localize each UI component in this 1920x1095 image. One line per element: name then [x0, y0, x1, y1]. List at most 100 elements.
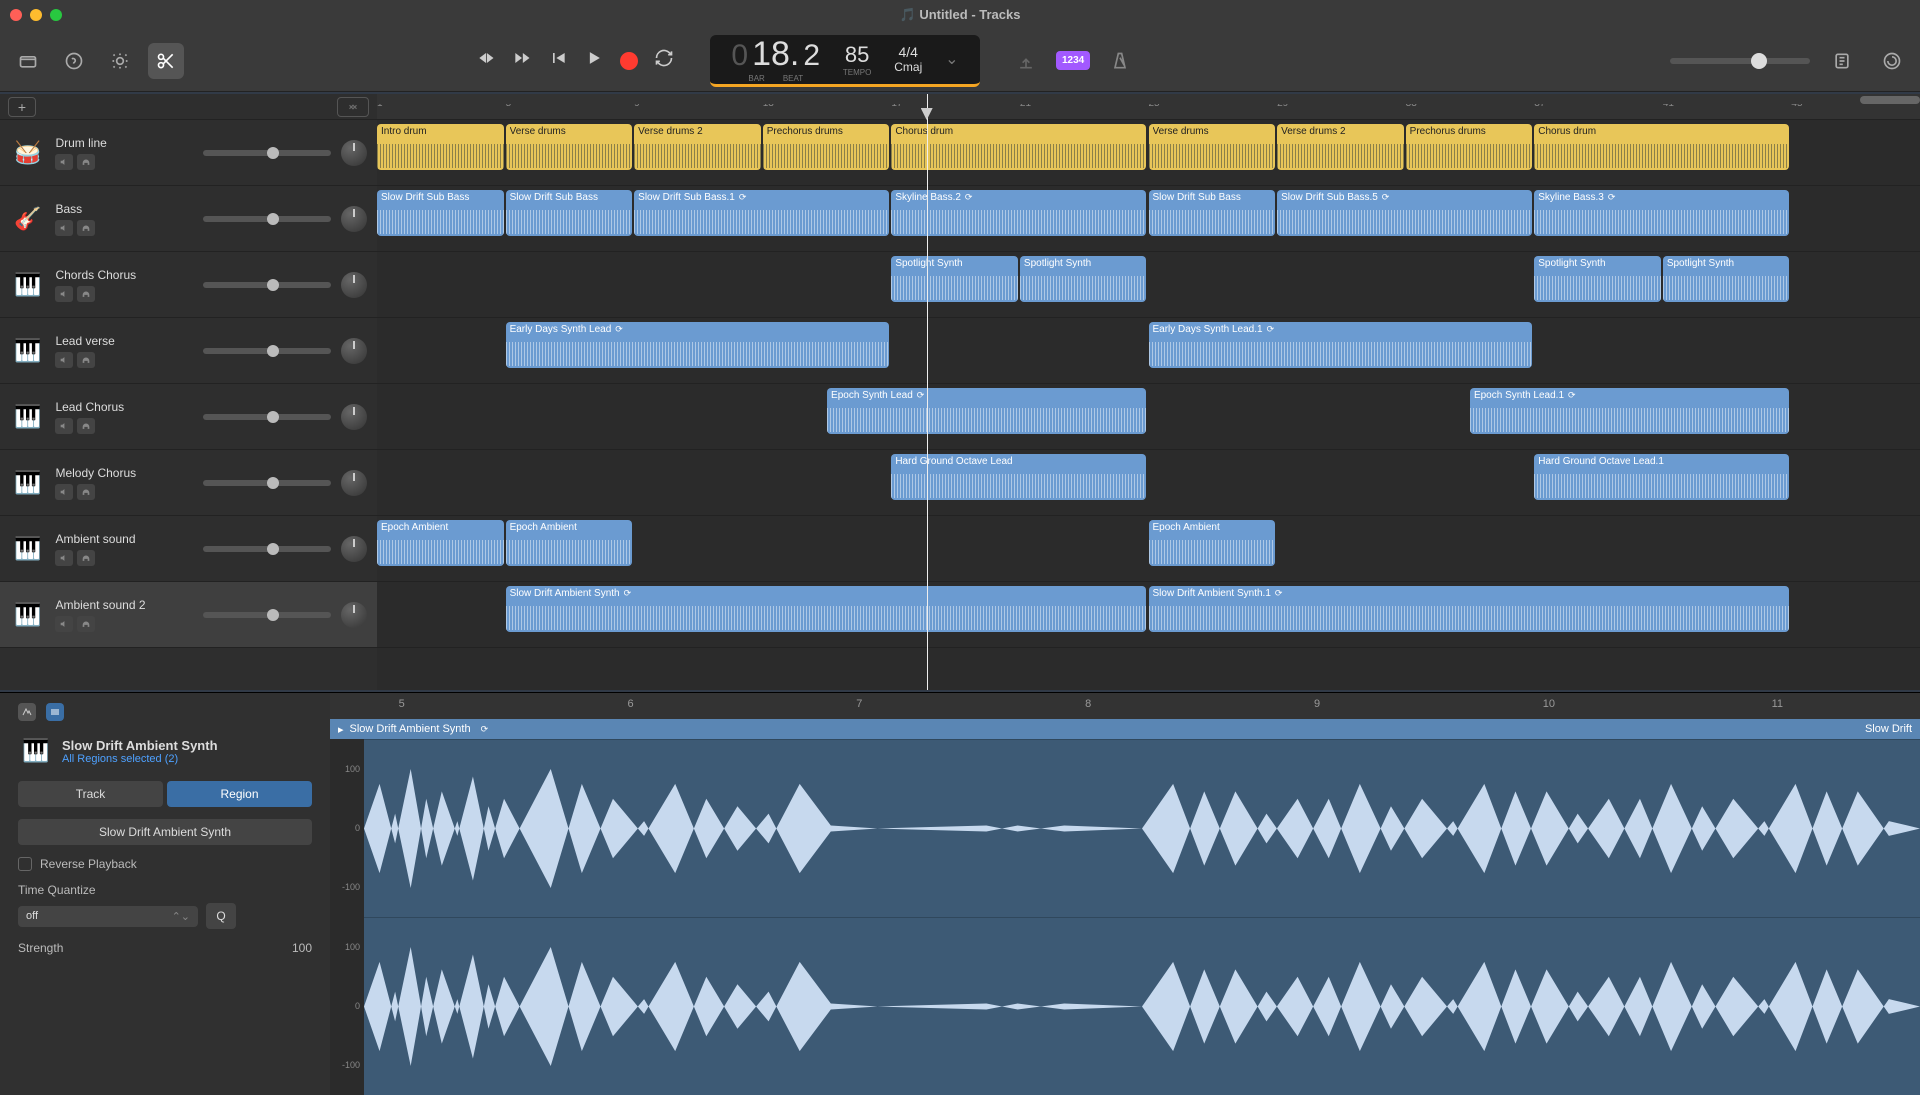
track-volume-slider[interactable]	[203, 216, 331, 222]
track-volume-slider[interactable]	[203, 282, 331, 288]
region[interactable]: Epoch Synth Lead.1⟳	[1470, 388, 1789, 434]
track-lane[interactable]: Slow Drift Sub Bass Slow Drift Sub Bass …	[377, 186, 1920, 252]
mute-button[interactable]	[55, 286, 73, 302]
track-lane[interactable]: Spotlight Synth Spotlight Synth Spotligh…	[377, 252, 1920, 318]
lcd-display[interactable]: 018.2 BARBEAT 85 TEMPO 4/4 Cmaj ⌄	[710, 35, 980, 87]
region-name-field[interactable]: Slow Drift Ambient Synth	[18, 819, 312, 845]
play-icon[interactable]	[584, 48, 604, 73]
region[interactable]: Prechorus drums	[763, 124, 890, 170]
region[interactable]: Skyline Bass.3⟳	[1534, 190, 1789, 236]
track-pan-knob[interactable]	[341, 206, 367, 232]
solo-headphones-button[interactable]	[77, 220, 95, 236]
region[interactable]: Spotlight Synth	[1663, 256, 1790, 302]
waveform-editor[interactable]: ↔ 567891011 ▸ Slow Drift Ambient Synth ⟳…	[330, 693, 1920, 1095]
loop-browser-icon[interactable]	[1874, 43, 1910, 79]
settings-icon[interactable]	[102, 43, 138, 79]
region[interactable]: Slow Drift Sub Bass	[377, 190, 504, 236]
track-lane[interactable]: Intro drum Verse drums Verse drums 2 Pre…	[377, 120, 1920, 186]
solo-headphones-button[interactable]	[77, 154, 95, 170]
help-icon[interactable]	[56, 43, 92, 79]
track-header[interactable]: 🎹 Melody Chorus	[0, 450, 377, 516]
master-volume-slider[interactable]	[1670, 58, 1810, 64]
track-volume-slider[interactable]	[203, 546, 331, 552]
track-lane[interactable]: Hard Ground Octave Lead Hard Ground Octa…	[377, 450, 1920, 516]
tuner-icon[interactable]	[1008, 43, 1044, 79]
waveform-view[interactable]	[364, 739, 1920, 1095]
region[interactable]: Verse drums	[1149, 124, 1276, 170]
region[interactable]: Spotlight Synth	[1020, 256, 1147, 302]
solo-headphones-button[interactable]	[77, 550, 95, 566]
mute-button[interactable]	[55, 220, 73, 236]
solo-headphones-button[interactable]	[77, 418, 95, 434]
reverse-playback-row[interactable]: Reverse Playback	[18, 857, 312, 871]
track-lane[interactable]: Epoch Ambient Epoch Ambient Epoch Ambien…	[377, 516, 1920, 582]
region[interactable]: Spotlight Synth	[891, 256, 1018, 302]
forward-icon[interactable]	[512, 48, 532, 73]
timeline-scrollbar[interactable]	[377, 94, 1920, 104]
tab-track[interactable]: Track	[18, 781, 163, 807]
track-volume-slider[interactable]	[203, 612, 331, 618]
rewind-icon[interactable]	[476, 48, 496, 73]
region[interactable]: Skyline Bass.2⟳	[891, 190, 1146, 236]
region[interactable]: Chorus drum	[891, 124, 1146, 170]
scissors-icon[interactable]	[148, 43, 184, 79]
add-track-button[interactable]: +	[8, 97, 36, 117]
timeline-scrollbar-thumb[interactable]	[1860, 96, 1920, 104]
go-to-start-icon[interactable]	[548, 48, 568, 73]
quantize-button[interactable]: Q	[206, 903, 236, 929]
reverse-playback-checkbox[interactable]	[18, 857, 32, 871]
region[interactable]: Spotlight Synth	[1534, 256, 1661, 302]
region[interactable]: Chorus drum	[1534, 124, 1789, 170]
track-header[interactable]: 🎹 Chords Chorus	[0, 252, 377, 318]
region[interactable]: Slow Drift Sub Bass	[1149, 190, 1276, 236]
track-volume-slider[interactable]	[203, 150, 331, 156]
metronome-icon[interactable]	[1102, 43, 1138, 79]
tab-region[interactable]: Region	[167, 781, 312, 807]
library-icon[interactable]	[10, 43, 46, 79]
track-header[interactable]: 🎹 Ambient sound 2	[0, 582, 377, 648]
track-header[interactable]: 🥁 Drum line	[0, 120, 377, 186]
mute-button[interactable]	[55, 418, 73, 434]
region[interactable]: Epoch Ambient	[506, 520, 633, 566]
track-header[interactable]: 🎹 Lead Chorus	[0, 384, 377, 450]
region[interactable]: Prechorus drums	[1406, 124, 1533, 170]
playhead[interactable]	[927, 94, 928, 690]
region[interactable]: Epoch Ambient	[1149, 520, 1276, 566]
region[interactable]: Verse drums 2	[634, 124, 761, 170]
track-header[interactable]: 🎹 Lead verse	[0, 318, 377, 384]
editor-toggle-a[interactable]	[18, 703, 36, 721]
count-in-badge[interactable]: 1234	[1056, 51, 1090, 70]
mute-button[interactable]	[55, 352, 73, 368]
region[interactable]: Slow Drift Sub Bass.5⟳	[1277, 190, 1532, 236]
track-lane[interactable]: Slow Drift Ambient Synth⟳ Slow Drift Amb…	[377, 582, 1920, 648]
mute-button[interactable]	[55, 154, 73, 170]
track-pan-knob[interactable]	[341, 602, 367, 628]
region[interactable]: Epoch Ambient	[377, 520, 504, 566]
track-pan-knob[interactable]	[341, 536, 367, 562]
mute-button[interactable]	[55, 550, 73, 566]
track-pan-knob[interactable]	[341, 140, 367, 166]
timeline[interactable]: 159131721252933374145 Intro drum Verse d…	[377, 94, 1920, 690]
track-pan-knob[interactable]	[341, 272, 367, 298]
region[interactable]: Slow Drift Ambient Synth.1⟳	[1149, 586, 1790, 632]
record-icon[interactable]	[620, 52, 638, 70]
region[interactable]: Hard Ground Octave Lead	[891, 454, 1146, 500]
track-header[interactable]: 🎸 Bass	[0, 186, 377, 252]
solo-headphones-button[interactable]	[77, 484, 95, 500]
notepad-icon[interactable]	[1824, 43, 1860, 79]
region[interactable]: Slow Drift Sub Bass	[506, 190, 633, 236]
editor-ruler[interactable]: 567891011	[330, 693, 1920, 719]
solo-headphones-button[interactable]	[77, 616, 95, 632]
time-quantize-select[interactable]: off⌃⌄	[18, 906, 198, 927]
region[interactable]: Epoch Synth Lead⟳	[827, 388, 1146, 434]
region[interactable]: Slow Drift Sub Bass.1⟳	[634, 190, 889, 236]
region[interactable]: Verse drums	[506, 124, 633, 170]
track-pan-knob[interactable]	[341, 404, 367, 430]
mute-button[interactable]	[55, 484, 73, 500]
solo-headphones-button[interactable]	[77, 286, 95, 302]
track-volume-slider[interactable]	[203, 414, 331, 420]
chevron-down-icon[interactable]: ⌄	[945, 49, 958, 69]
region[interactable]: Verse drums 2	[1277, 124, 1404, 170]
region[interactable]: Hard Ground Octave Lead.1	[1534, 454, 1789, 500]
region[interactable]: Intro drum	[377, 124, 504, 170]
